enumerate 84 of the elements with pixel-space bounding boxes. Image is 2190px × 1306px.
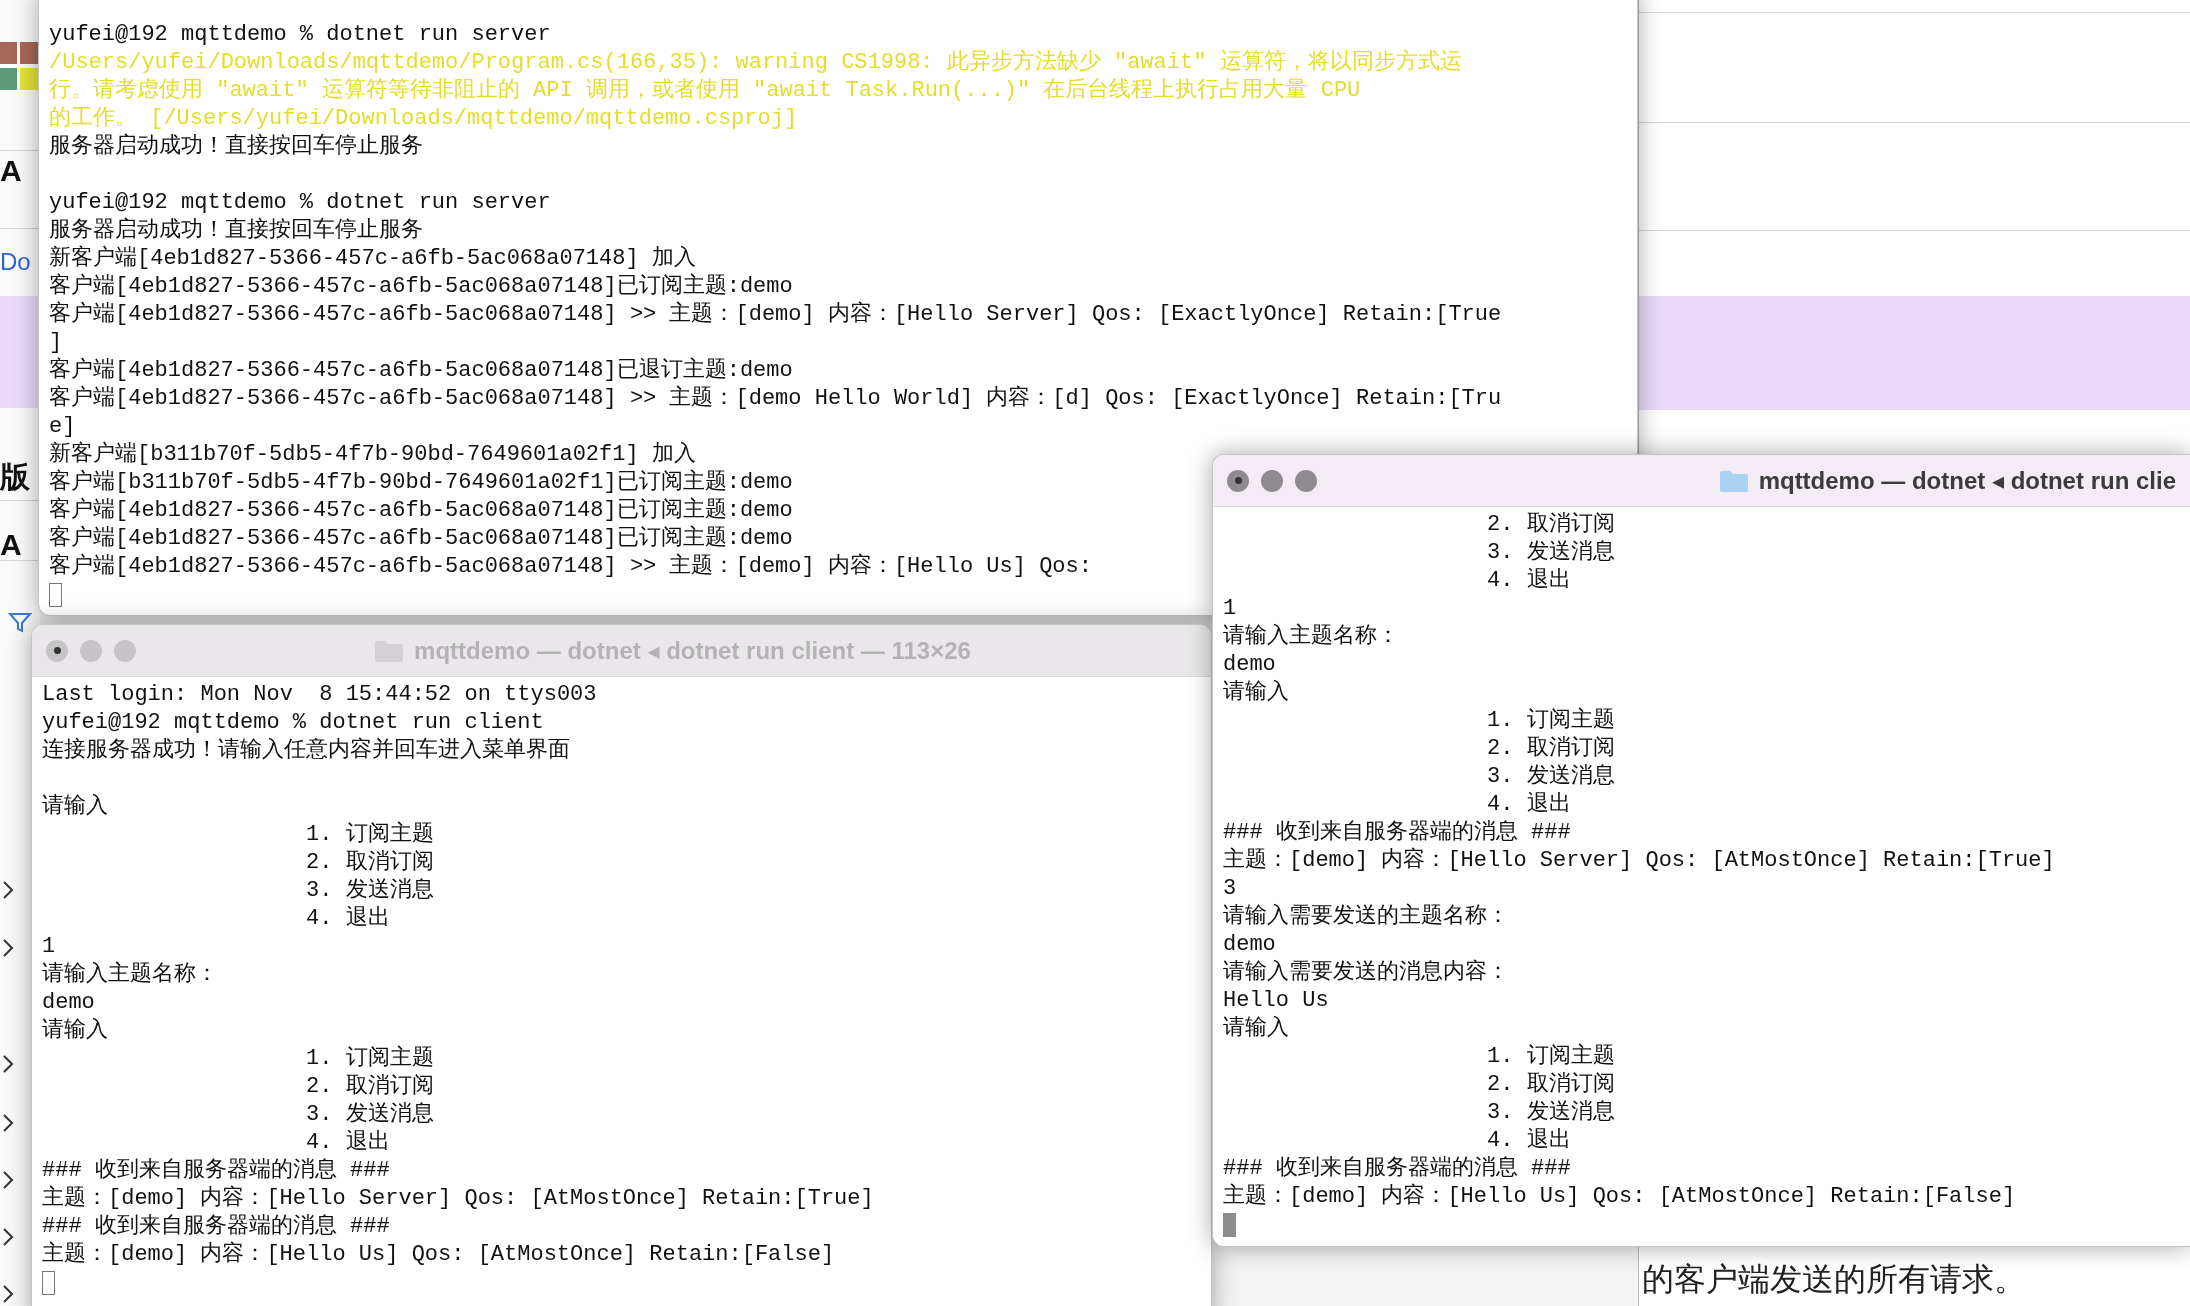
terminal-line: 请输入 [1223, 1015, 1289, 1043]
paragraph-text: 的客户端发送的所有请求。 [1642, 1262, 2026, 1298]
terminal-line: 2. 取消订阅 [305, 849, 434, 877]
chevron-right-icon[interactable] [2, 1054, 14, 1074]
terminal-line: 3. 发送消息 [1486, 539, 1615, 567]
terminal-line: ### 收到来自服务器端的消息 ### [42, 1213, 390, 1241]
window-title: mqttdemo — dotnet ◂ dotnet run clie [1758, 466, 2176, 495]
terminal-line: 主题：[demo] 内容：[Hello Us] Qos: [AtMostOnce] Retain:[False] [42, 1241, 835, 1269]
terminal-line: 2. 取消订阅 [1486, 511, 1615, 539]
terminal-line: 客户端[4eb1d827-5366-457c-a6fb-5ac068a07148] >> 主题：[demo Hello World] 内容：[d] Qos: [ExactlyOnce] Retain:[Tru [49, 385, 1502, 413]
terminal-line: 4. 退出 [305, 905, 390, 933]
terminal-line: 请输入 [42, 1017, 108, 1045]
chevron-right-icon[interactable] [2, 1170, 14, 1190]
folder-icon [1718, 468, 1749, 493]
terminal-line: 连接服务器成功！请输入任意内容并回车进入菜单界面 [42, 737, 570, 765]
terminal-line: 客户端[4eb1d827-5366-457c-a6fb-5ac068a07148]已退订主题:demo [49, 357, 793, 385]
terminal-line: 1. 订阅主题 [305, 1045, 434, 1073]
terminal-line: 请输入需要发送的消息内容： [1223, 959, 1509, 987]
close-button[interactable] [46, 639, 68, 662]
link-text[interactable]: Do [0, 250, 31, 274]
heading-text: A [0, 530, 22, 560]
terminal-line: e] [49, 413, 76, 441]
terminal-line: yufei@192 mqttdemo % dotnet run server [49, 21, 551, 49]
colored-squares-icon [0, 42, 38, 90]
terminal-line: 1. 订阅主题 [1486, 1043, 1615, 1071]
close-button[interactable] [1227, 469, 1249, 492]
terminal-line: 2. 取消订阅 [1486, 1071, 1615, 1099]
terminal-line: /Users/yufei/Downloads/mqttdemo/Program.cs(166,35): warning CS1998: 此异步方法缺少 "await" 运算符，将以同步方式运 [49, 49, 1462, 77]
terminal-line: 4. 退出 [305, 1129, 390, 1157]
terminal-line: Hello Us [1223, 987, 1329, 1015]
terminal-line: Last login: Mon Nov 8 15:44:52 on ttys003 [42, 681, 597, 709]
terminal-line: 新客户端[4eb1d827-5366-457c-a6fb-5ac068a07148] 加入 [49, 245, 696, 273]
terminal-line: demo [1223, 651, 1276, 679]
terminal-line: 3. 发送消息 [1486, 1099, 1615, 1127]
terminal-line: 4. 退出 [1486, 567, 1571, 595]
terminal-line: ### 收到来自服务器端的消息 ### [1223, 1155, 1571, 1183]
chevron-right-icon[interactable] [2, 1284, 14, 1304]
terminal-line: ] [49, 329, 63, 357]
terminal-line: 客户端[4eb1d827-5366-457c-a6fb-5ac068a07148] >> 主题：[demo] 内容：[Hello Us] Qos: [49, 553, 1092, 581]
terminal-line: 2. 取消订阅 [305, 1073, 434, 1101]
terminal-line: 请输入需要发送的主题名称： [1223, 903, 1509, 931]
heading-text: A [0, 156, 22, 186]
terminal-line: yufei@192 mqttdemo % dotnet run server [49, 189, 551, 217]
chevron-right-icon[interactable] [2, 1113, 14, 1133]
terminal-line: 主题：[demo] 内容：[Hello Server] Qos: [AtMostOnce] Retain:[True] [42, 1185, 874, 1213]
terminal-line: 1 [42, 933, 56, 961]
terminal-line: 请输入主题名称： [1223, 623, 1399, 651]
terminal-line: 客户端[4eb1d827-5366-457c-a6fb-5ac068a07148]已订阅主题:demo [49, 273, 793, 301]
chevron-right-icon[interactable] [2, 880, 14, 900]
zoom-button[interactable] [1295, 469, 1317, 492]
terminal-line: 3 [1223, 875, 1237, 903]
chevron-right-icon[interactable] [2, 1227, 14, 1247]
terminal-line: 2. 取消订阅 [1486, 735, 1615, 763]
terminal-line: 1. 订阅主题 [1486, 707, 1615, 735]
terminal-line: 客户端[4eb1d827-5366-457c-a6fb-5ac068a07148]已订阅主题:demo [49, 525, 793, 553]
terminal-line: 请输入 [1223, 679, 1289, 707]
terminal-line: yufei@192 mqttdemo % dotnet run client [42, 709, 544, 737]
terminal-line: 3. 发送消息 [305, 877, 434, 905]
terminal-line: 主题：[demo] 内容：[Hello Server] Qos: [AtMostOnce] Retain:[True] [1223, 847, 2055, 875]
terminal-line: 1 [1223, 595, 1237, 623]
terminal-line: ### 收到来自服务器端的消息 ### [1223, 819, 1571, 847]
terminal-line: 4. 退出 [1486, 1127, 1571, 1155]
terminal-line: 1. 订阅主题 [305, 821, 434, 849]
terminal-line: 4. 退出 [1486, 791, 1571, 819]
filter-icon [8, 612, 32, 634]
terminal-line: 服务器启动成功！直接按回车停止服务 [49, 133, 423, 161]
terminal-line: 的工作。 [/Users/yufei/Downloads/mqttdemo/mqttdemo.csproj] [49, 105, 798, 133]
terminal-line: demo [42, 989, 95, 1017]
terminal-line: ### 收到来自服务器端的消息 ### [42, 1157, 390, 1185]
terminal-line: 客户端[b311b70f-5db5-4f7b-90bd-7649601a02f1]已订阅主题:demo [49, 469, 793, 497]
terminal-line: 客户端[4eb1d827-5366-457c-a6fb-5ac068a07148]已订阅主题:demo [49, 497, 793, 525]
terminal-line: 请输入 [42, 793, 108, 821]
minimize-button[interactable] [1261, 469, 1283, 492]
terminal-line: 请输入主题名称： [42, 961, 218, 989]
terminal-line: 主题：[demo] 内容：[Hello Us] Qos: [AtMostOnce] Retain:[False] [1223, 1183, 2016, 1211]
chevron-right-icon[interactable] [2, 938, 14, 958]
terminal-line: demo [1223, 931, 1276, 959]
terminal-line: 新客户端[b311b70f-5db5-4f7b-90bd-7649601a02f1] 加入 [49, 441, 696, 469]
terminal-line: 行。请考虑使用 "await" 运算符等待非阻止的 API 调用，或者使用 "await Task.Run(...)" 在后台线程上执行占用大量 CPU [49, 77, 1361, 105]
terminal-line: 客户端[4eb1d827-5366-457c-a6fb-5ac068a07148] >> 主题：[demo] 内容：[Hello Server] Qos: [ExactlyOnce] Retain:[True [49, 301, 1502, 329]
terminal-line: 服务器启动成功！直接按回车停止服务 [49, 217, 423, 245]
terminal-line: 3. 发送消息 [1486, 763, 1615, 791]
heading-text: 版 [0, 462, 30, 492]
terminal-line: 3. 发送消息 [305, 1101, 434, 1129]
